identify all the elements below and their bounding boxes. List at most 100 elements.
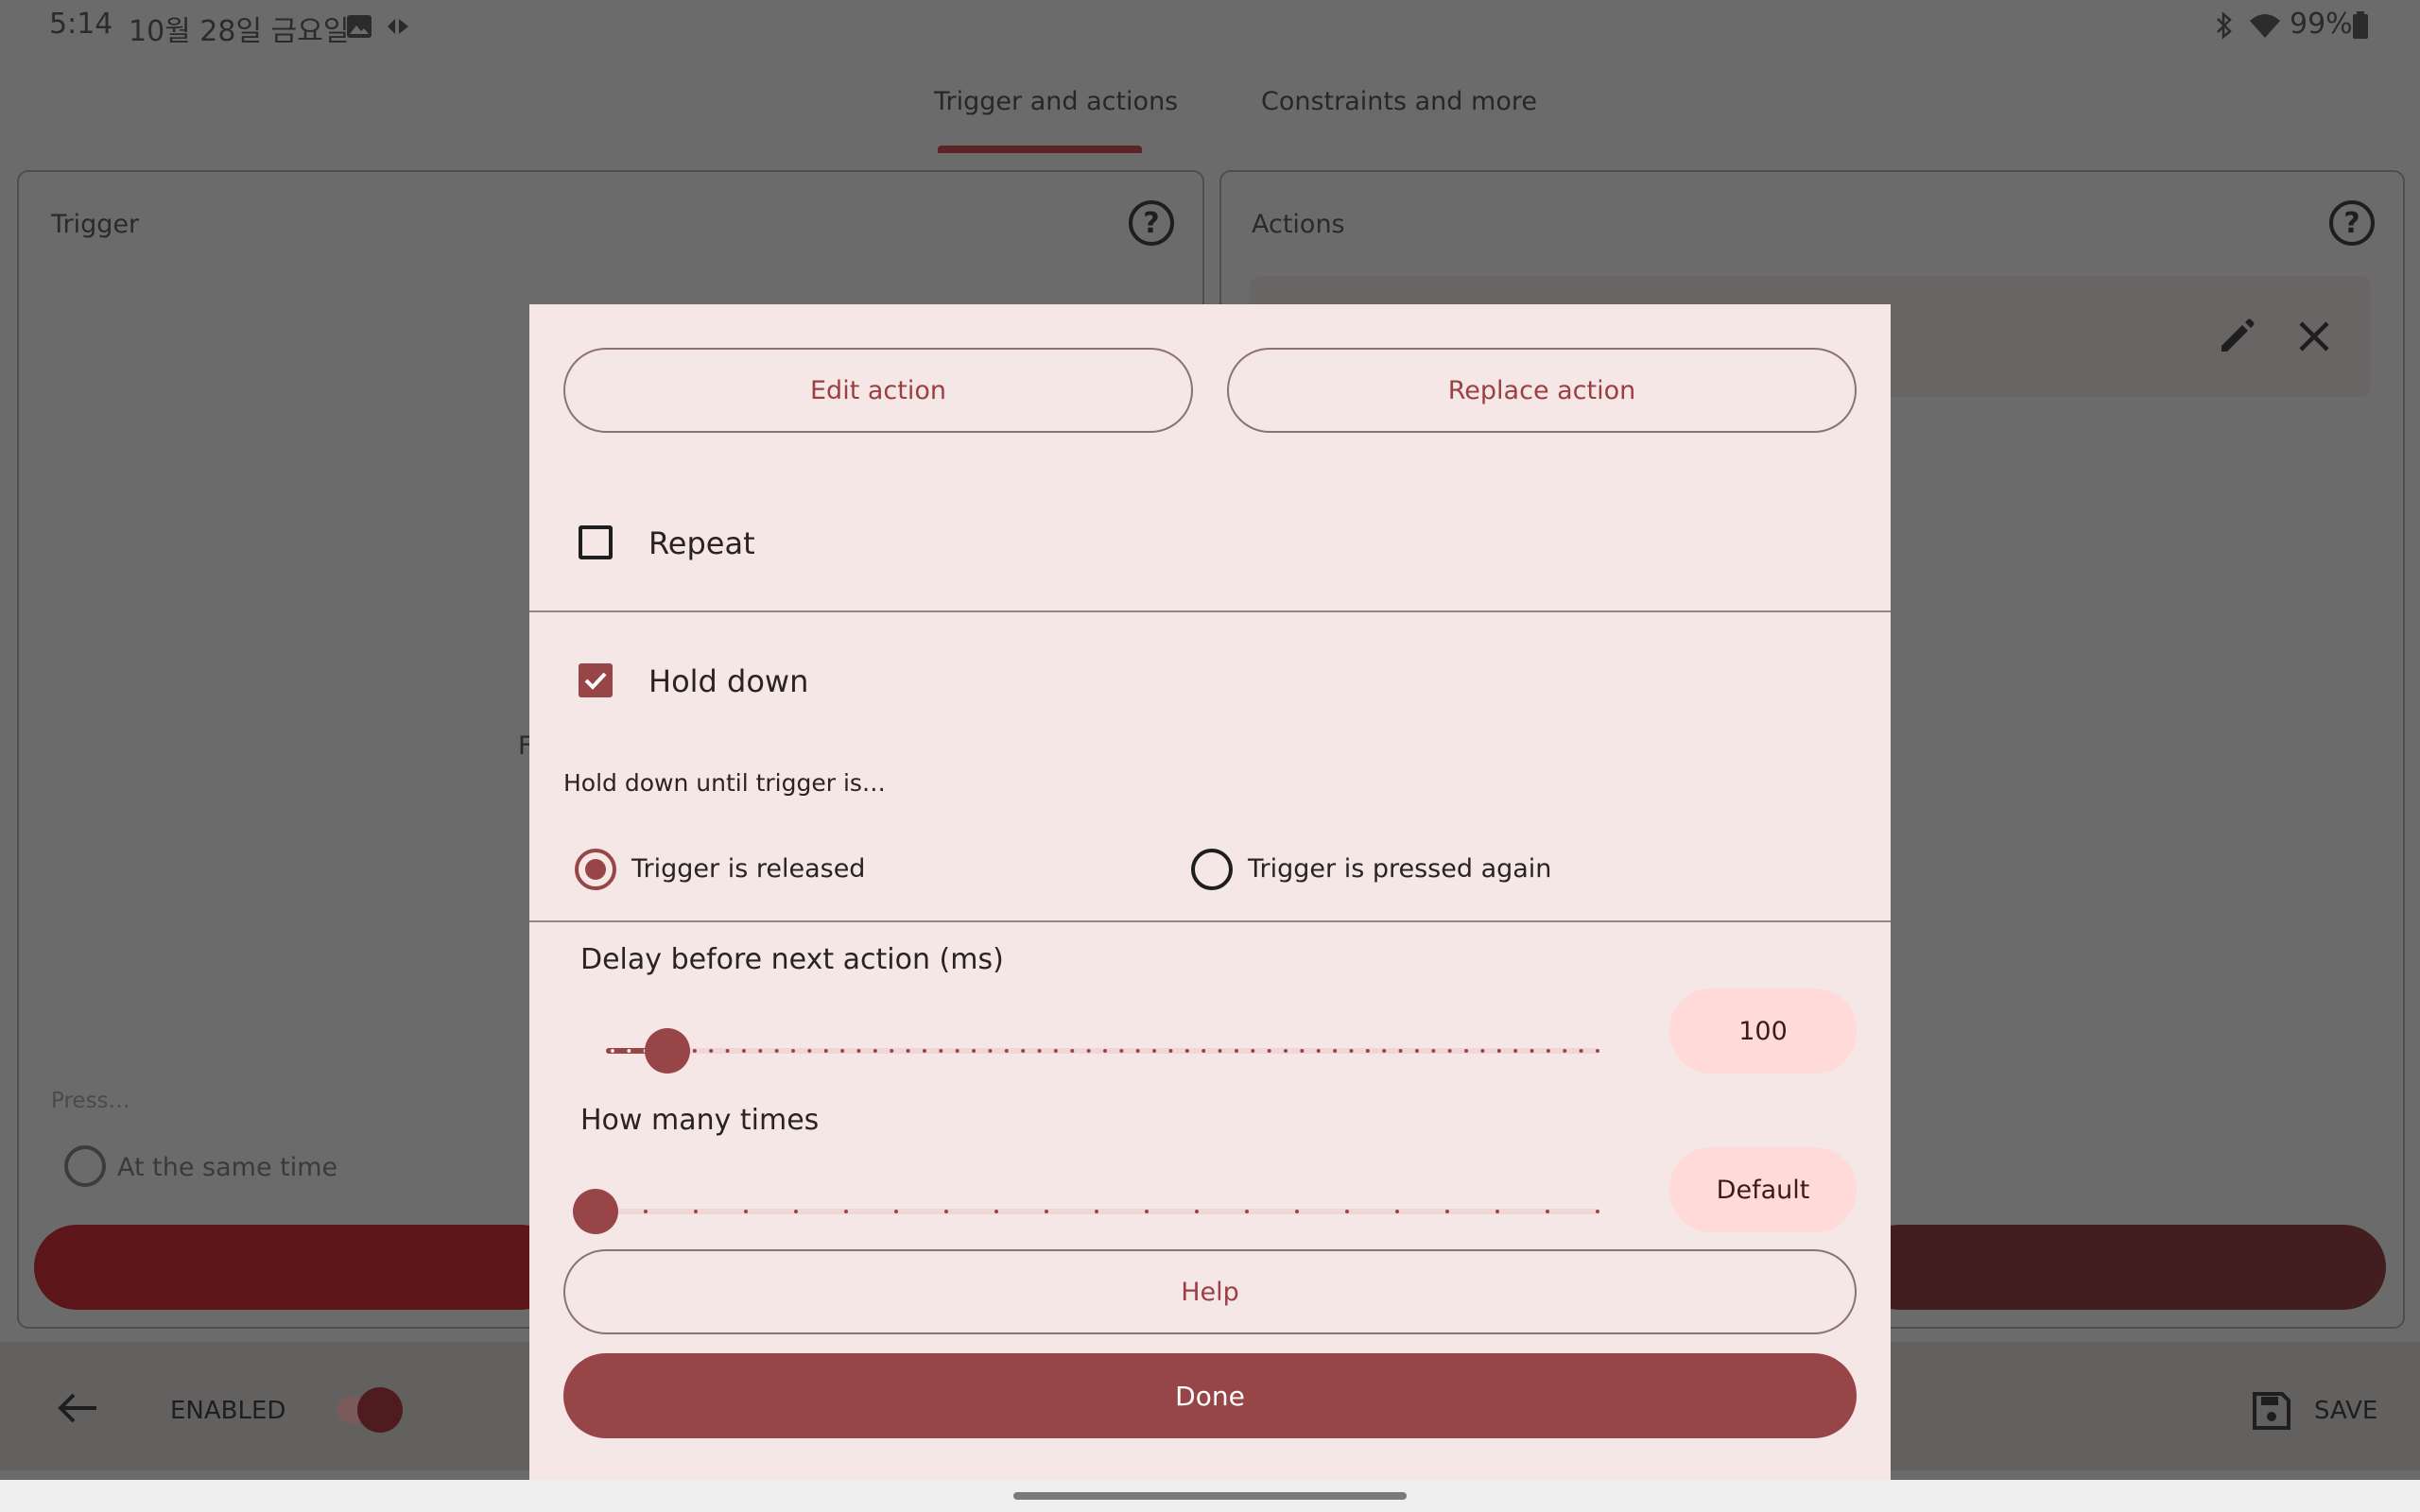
slider-tick (1563, 1049, 1567, 1053)
slider-tick (1045, 1210, 1048, 1213)
slider-tick (944, 1210, 948, 1213)
back-arrow-icon[interactable] (57, 1391, 98, 1429)
help-icon[interactable]: ? (2329, 200, 2375, 246)
slider-tick (644, 1210, 648, 1213)
replace-action-button[interactable]: Replace action (1227, 348, 1857, 433)
bluetooth-icon (2214, 11, 2235, 47)
slider-tick (955, 1049, 959, 1053)
done-button[interactable]: Done (563, 1353, 1857, 1438)
tab-indicator (938, 146, 1142, 153)
slider-tick (1480, 1049, 1485, 1053)
slider-tick (1251, 1049, 1255, 1053)
slider-tick (1152, 1049, 1157, 1053)
record-trigger-button[interactable] (34, 1225, 563, 1310)
enabled-switch[interactable] (337, 1387, 403, 1433)
slider-tick (1596, 1210, 1599, 1213)
status-date: 10월 28일 금요일 (129, 15, 350, 48)
action-options-dialog: Edit action Replace action Repeat Hold d… (529, 304, 1891, 1480)
how-many-times-value[interactable]: Default (1669, 1147, 1857, 1232)
how-many-times-slider[interactable] (573, 1189, 1620, 1234)
divider (529, 610, 1891, 612)
trigger-pressed-again-radio[interactable] (1191, 849, 1233, 890)
battery-label: 99% (2290, 8, 2353, 41)
slider-tick (1135, 1049, 1140, 1053)
wifi-icon (2248, 11, 2282, 47)
slider-tick (1365, 1049, 1370, 1053)
slider-tick (1345, 1210, 1349, 1213)
image-icon (346, 13, 372, 46)
repeat-label[interactable]: Repeat (648, 525, 755, 561)
slider-tick (1431, 1049, 1436, 1053)
slider-tick (894, 1210, 898, 1213)
trigger-panel-title: Trigger (51, 210, 140, 239)
slider-tick (709, 1049, 714, 1053)
slider-tick (1495, 1210, 1499, 1213)
slider-tick (1496, 1049, 1501, 1053)
press-label: Press… (51, 1089, 130, 1113)
status-bar: 5:14 10월 28일 금요일 99% (0, 0, 2420, 53)
slider-tick (1070, 1049, 1075, 1053)
slider-tick (856, 1049, 861, 1053)
slider-tick (1414, 1049, 1419, 1053)
at-same-time-label: At the same time (117, 1153, 338, 1182)
slider-tick (758, 1049, 763, 1053)
delay-value[interactable]: 100 (1669, 988, 1857, 1074)
check-icon (584, 672, 607, 690)
how-many-times-slider-thumb[interactable] (573, 1189, 618, 1234)
delay-label: Delay before next action (ms) (580, 943, 1004, 976)
home-gesture-handle[interactable] (1013, 1492, 1407, 1500)
slider-tick (1234, 1049, 1238, 1053)
tab-trigger-and-actions[interactable]: Trigger and actions (934, 87, 1178, 116)
save-icon[interactable] (2252, 1391, 2291, 1435)
slider-tick (988, 1049, 993, 1053)
slider-tick (692, 1049, 697, 1053)
help-icon[interactable]: ? (1129, 200, 1174, 246)
save-label[interactable]: SAVE (2314, 1397, 2377, 1425)
slider-tick (1546, 1210, 1549, 1213)
slider-tick (1004, 1049, 1009, 1053)
repeat-checkbox[interactable] (579, 525, 613, 559)
add-action-button[interactable] (1857, 1225, 2386, 1310)
delay-slider-thumb[interactable] (645, 1028, 691, 1074)
slider-tick (1579, 1049, 1583, 1053)
slider-tick (1530, 1049, 1534, 1053)
slider-tick (1103, 1049, 1107, 1053)
trigger-pressed-again-label[interactable]: Trigger is pressed again (1248, 854, 1551, 884)
slider-tick (774, 1049, 779, 1053)
hold-until-label: Hold down until trigger is… (563, 769, 886, 797)
edit-icon[interactable] (2216, 316, 2257, 361)
close-icon[interactable] (2295, 318, 2333, 359)
slider-tick (694, 1210, 698, 1213)
slider-tick (741, 1049, 746, 1053)
slider-tick (1021, 1049, 1026, 1053)
slider-tick (890, 1049, 894, 1053)
switch-thumb (357, 1387, 403, 1433)
slider-tick (844, 1210, 848, 1213)
slider-tick (1053, 1049, 1058, 1053)
slider-tick (1398, 1049, 1403, 1053)
slider-tick (1464, 1049, 1469, 1053)
slider-tick (873, 1049, 877, 1053)
slider-tick (840, 1049, 845, 1053)
enabled-label: ENABLED (170, 1397, 286, 1425)
battery-icon (2352, 11, 2369, 47)
hold-down-checkbox[interactable] (579, 663, 613, 697)
slider-tick (1267, 1049, 1271, 1053)
tab-constraints-and-more[interactable]: Constraints and more (1261, 87, 1537, 116)
hold-down-label[interactable]: Hold down (648, 663, 808, 699)
slider-tick (807, 1049, 812, 1053)
slider-tick (1513, 1049, 1518, 1053)
edit-action-button[interactable]: Edit action (563, 348, 1193, 433)
slider-tick (611, 1049, 614, 1053)
trigger-released-radio[interactable] (575, 849, 616, 890)
at-same-time-radio[interactable] (64, 1145, 106, 1187)
help-button[interactable]: Help (563, 1249, 1857, 1334)
trigger-released-label[interactable]: Trigger is released (631, 854, 865, 884)
delay-slider[interactable] (590, 1028, 1620, 1074)
slider-tick (1546, 1049, 1550, 1053)
slider-tick (939, 1049, 943, 1053)
slider-tick (1201, 1049, 1206, 1053)
slider-tick (972, 1049, 977, 1053)
dev-tools-icon (384, 13, 412, 46)
slider-tick (1596, 1049, 1599, 1053)
